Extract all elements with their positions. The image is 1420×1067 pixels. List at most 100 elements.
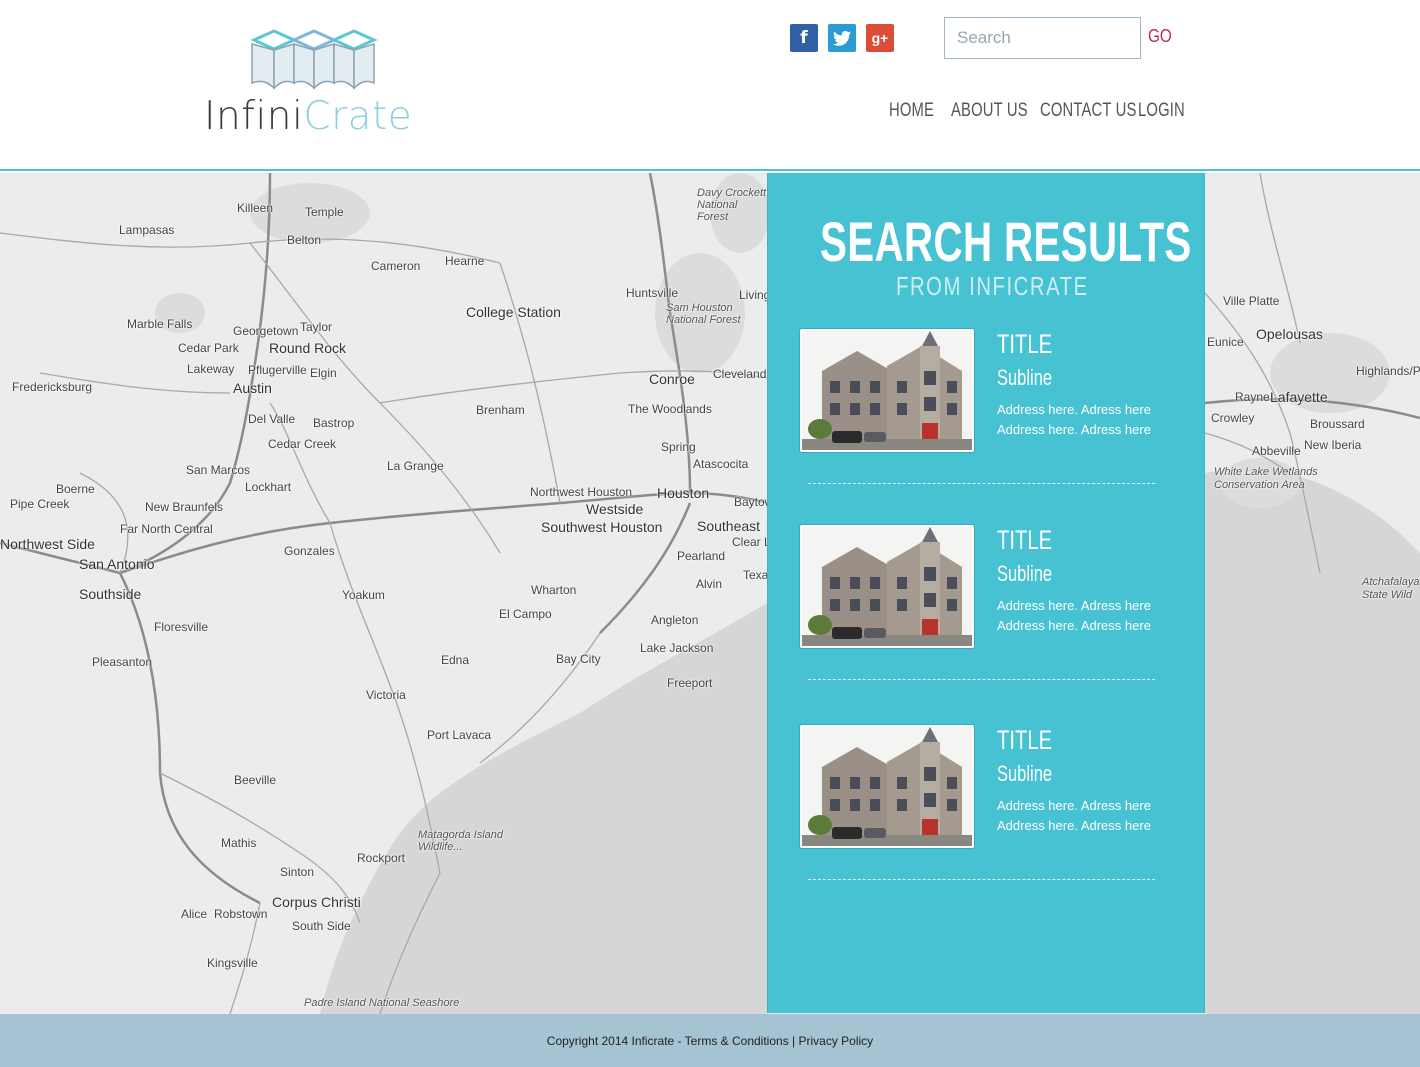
map-label: Northwest Houston [530, 485, 633, 499]
result-item[interactable]: TITLE Subline Address here. Adress here … [800, 329, 1160, 489]
results-subtitle: FROM INFICRATE [896, 271, 1089, 301]
map-label: Sinton [280, 865, 315, 879]
map-label: Northwest Side [0, 536, 95, 552]
map-label: Sam Houston National Forest [666, 302, 741, 326]
brand-logo[interactable]: InfiniCrate [204, 28, 430, 139]
map-label: Far North Central [120, 522, 213, 536]
map-label: Gonzales [284, 544, 335, 558]
search-input[interactable] [944, 17, 1141, 59]
map-label: San Antonio [79, 556, 155, 572]
map-label: Broussard [1310, 417, 1365, 431]
map-label: Cedar Creek [268, 437, 337, 451]
map-label: Victoria [366, 688, 406, 702]
map-label: Lakeway [187, 362, 235, 376]
map-label: Baytown [734, 495, 767, 509]
map-label: Yoakum [342, 588, 385, 602]
result-item[interactable]: TITLE Subline Address here. Adress here … [800, 725, 1160, 885]
map-label: Ville Platte [1223, 294, 1280, 308]
result-title[interactable]: TITLE [997, 525, 1052, 556]
map-label: Opelousas [1256, 326, 1323, 342]
map-label: Bay City [556, 652, 601, 666]
nav-contact-us[interactable]: CONTACT US [1040, 100, 1137, 122]
map-view[interactable]: Killeen Temple Belton Lampasas Cameron H… [0, 173, 1420, 1014]
map-label: Atascocita [693, 457, 749, 471]
map-label: Atchafalaya State Wild [1362, 576, 1420, 601]
map-label: Pflugerville [248, 363, 307, 377]
site-footer: Copyright 2014 Inficrate - Terms & Condi… [0, 1014, 1420, 1067]
map-label: Angleton [651, 613, 699, 627]
map-label: Hearne [445, 254, 485, 268]
map-label: Brenham [476, 403, 525, 417]
footer-text: Copyright 2014 Inficrate - Terms & Condi… [0, 1034, 1420, 1048]
map-label: Round Rock [269, 340, 347, 356]
privacy-link[interactable]: Privacy Policy [799, 1034, 874, 1048]
map-label: Belton [287, 233, 322, 247]
map-label: Matagorda Island Wildlife... [418, 829, 503, 853]
results-title: SEARCH RESULTS [820, 210, 1192, 273]
map-label: New Iberia [1304, 438, 1362, 452]
map-label: White Lake Wetlands Conservation Area [1214, 466, 1318, 491]
map-label: Huntsville [626, 286, 679, 300]
map-label: Rockport [357, 851, 406, 865]
go-button[interactable]: GO [1148, 26, 1172, 47]
search-results-panel: SEARCH RESULTS FROM INFICRATE TITLE Subl… [767, 173, 1205, 1013]
map-label: Eunice [1207, 335, 1244, 349]
twitter-icon[interactable] [828, 24, 856, 52]
map-label: El Campo [499, 607, 552, 621]
result-thumbnail[interactable] [800, 725, 974, 848]
result-address-line: Address here. Adress here [997, 402, 1151, 417]
result-subline: Subline [997, 365, 1053, 390]
map-base [0, 173, 1420, 1014]
map-label: Davy Crockett National Forest [697, 187, 767, 223]
map-label: Crowley [1211, 411, 1255, 425]
result-thumbnail[interactable] [800, 329, 974, 452]
brand-wordmark: InfiniCrate [204, 94, 412, 139]
map-label: Austin [233, 380, 272, 396]
map-label: Fredericksburg [12, 380, 93, 394]
map-label: San Marcos [186, 463, 251, 477]
facebook-icon[interactable]: f [790, 24, 818, 52]
house-image [802, 727, 972, 846]
map-label: Mathis [221, 836, 257, 850]
result-address-line: Address here. Adress here [997, 818, 1151, 833]
map-label: Corpus Christi [272, 894, 361, 910]
result-divider [808, 679, 1155, 680]
map-label: Beeville [234, 773, 277, 787]
nav-home[interactable]: HOME [889, 100, 934, 122]
map-label: Lockhart [245, 480, 292, 494]
result-title[interactable]: TITLE [997, 725, 1052, 756]
map-label: Del Valle [248, 412, 296, 426]
map-label: Boerne [56, 482, 95, 496]
map-label: Pleasanton [92, 655, 153, 669]
brand-name-part2: Crate [303, 94, 413, 139]
map-label: Pipe Creek [10, 497, 70, 511]
nav-login[interactable]: LOGIN [1138, 100, 1185, 122]
nav-about-us[interactable]: ABOUT US [951, 100, 1028, 122]
googleplus-icon[interactable]: g+ [866, 24, 894, 52]
result-thumbnail[interactable] [800, 525, 974, 648]
map-label: Southwest Houston [541, 519, 663, 535]
map-label: Floresville [154, 620, 209, 634]
map-label: Southside [79, 586, 142, 602]
map-label: New Braunfels [145, 500, 224, 514]
map-label: Elgin [310, 366, 337, 380]
map-label: Abbeville [1252, 444, 1301, 458]
map-label: Georgetown [233, 324, 299, 338]
footer-separator: | [788, 1034, 799, 1048]
map-label: Cleveland [713, 367, 767, 381]
map-label: Rayne [1235, 390, 1270, 404]
map-label: Taylor [300, 320, 333, 334]
terms-link[interactable]: Terms & Conditions [685, 1034, 789, 1048]
result-address-line: Address here. Adress here [997, 598, 1151, 613]
map-label: Marble Falls [127, 317, 193, 331]
result-item[interactable]: TITLE Subline Address here. Adress here … [800, 525, 1160, 685]
result-title[interactable]: TITLE [997, 329, 1052, 360]
map-label: South Side [292, 919, 351, 933]
house-image [802, 527, 972, 646]
result-address-line: Address here. Adress here [997, 422, 1151, 437]
map-label: Robstown [214, 907, 268, 921]
map-label: The Woodlands [628, 402, 712, 416]
house-image [802, 331, 972, 450]
result-subline: Subline [997, 761, 1053, 786]
map-label: Lafayette [1270, 389, 1328, 405]
